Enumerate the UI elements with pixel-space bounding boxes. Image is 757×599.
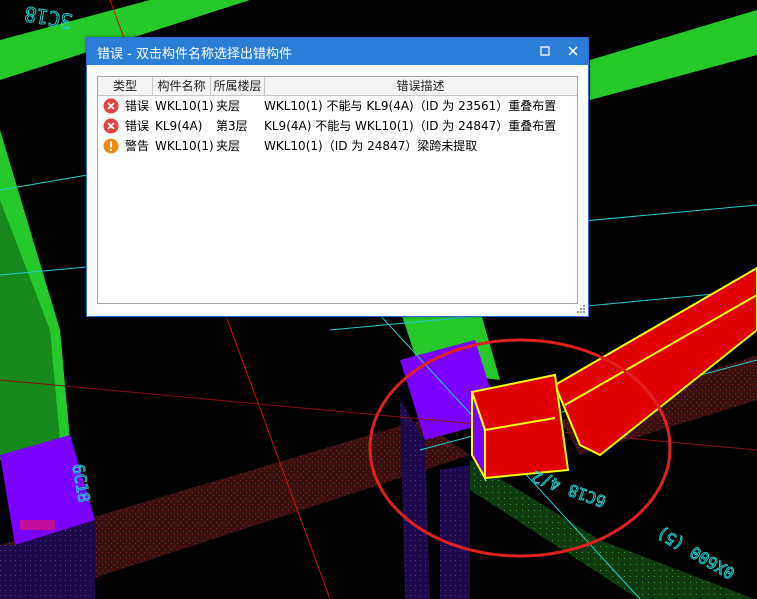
maximize-icon: [540, 46, 550, 56]
error-dialog: 错误 - 双击构件名称选择出错构件 类型 构件名称 所属楼层 错误描述 错误 W…: [86, 37, 589, 317]
cell-name[interactable]: WKL10(1): [155, 136, 214, 156]
cell-description: WKL10(1) 不能与 KL9(4A)（ID 为 23561）重叠布置: [264, 99, 557, 113]
cell-floor: 夹层: [216, 139, 241, 153]
error-list[interactable]: 类型 构件名称 所属楼层 错误描述 错误 WKL10(1) 夹层 WKL10(1…: [97, 76, 578, 304]
green-beam-top-right: [590, 10, 757, 100]
close-button[interactable]: [561, 40, 585, 62]
cell-type: 错误: [125, 119, 150, 133]
warning-icon: [103, 138, 119, 154]
table-header: 类型 构件名称 所属楼层 错误描述: [98, 77, 577, 96]
column-header-floor[interactable]: 所属楼层: [211, 77, 265, 95]
purple-column-mark: [20, 520, 55, 530]
resize-grip-icon[interactable]: [576, 304, 586, 314]
purple-column-bottom: [440, 465, 470, 599]
column-header-name[interactable]: 构件名称: [153, 77, 211, 95]
cell-name[interactable]: KL9(4A): [155, 116, 202, 136]
error-icon: [103, 98, 119, 114]
error-icon: [103, 118, 119, 134]
close-icon: [568, 46, 578, 56]
cell-description: WKL10(1)（ID 为 24847）梁跨未提取: [264, 139, 478, 153]
cell-floor: 第3层: [216, 119, 248, 133]
cell-description: KL9(4A) 不能与 WKL10(1)（ID 为 24847）重叠布置: [264, 119, 557, 133]
cell-name[interactable]: WKL10(1): [155, 96, 214, 116]
table-row[interactable]: 警告 WKL10(1) 夹层 WKL10(1)（ID 为 24847）梁跨未提取: [98, 136, 577, 156]
dialog-titlebar[interactable]: 错误 - 双击构件名称选择出错构件: [87, 38, 588, 65]
column-header-type[interactable]: 类型: [98, 77, 153, 95]
column-header-description[interactable]: 错误描述: [265, 77, 576, 95]
cell-floor: 夹层: [216, 99, 241, 113]
dialog-title: 错误 - 双击构件名称选择出错构件: [97, 47, 292, 62]
cell-type: 错误: [125, 99, 150, 113]
cad-label: 3C18: [23, 2, 75, 34]
cell-type: 警告: [125, 139, 150, 153]
highlighted-beam-short[interactable]: [470, 373, 570, 480]
green-beam-lower: [470, 460, 755, 599]
table-row[interactable]: 错误 KL9(4A) 第3层 KL9(4A) 不能与 WKL10(1)（ID 为…: [98, 116, 577, 136]
table-row[interactable]: 错误 WKL10(1) 夹层 WKL10(1) 不能与 KL9(4A)（ID 为…: [98, 96, 577, 116]
maximize-button[interactable]: [533, 40, 557, 62]
